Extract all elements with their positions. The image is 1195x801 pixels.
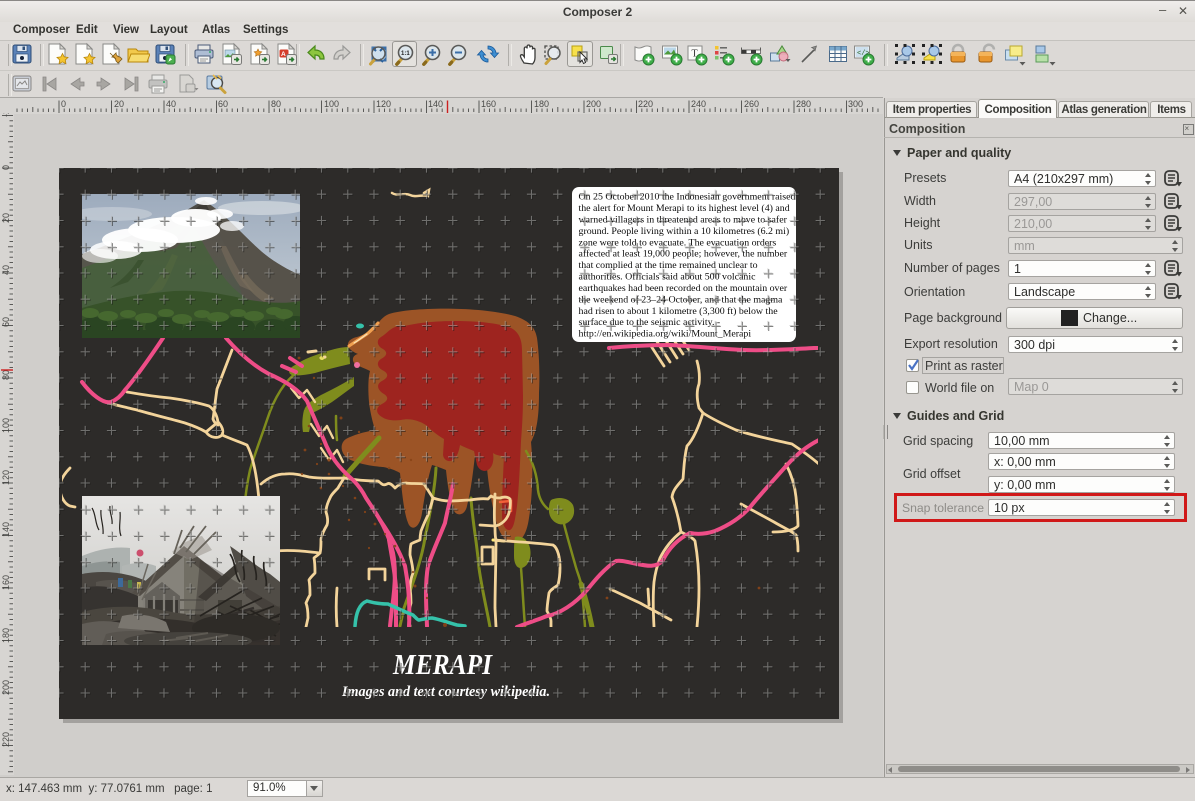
svg-text:0: 0: [61, 99, 66, 109]
svg-text:40: 40: [1, 265, 11, 275]
svg-text:MERAPI: MERAPI: [392, 650, 493, 681]
svg-text:http://en.wikipedia.org/wiki/M: http://en.wikipedia.org/wiki/Mount_Merap…: [579, 329, 752, 340]
svg-text:160: 160: [1, 575, 11, 590]
svg-text:1:1: 1:1: [401, 51, 410, 57]
svg-text:160: 160: [481, 99, 496, 109]
svg-text:180: 180: [534, 99, 549, 109]
svg-text:20: 20: [1, 213, 11, 223]
svg-text:had risen to about 1 kilometre: had risen to about 1 kilometre (3,300 ft…: [579, 306, 779, 317]
svg-text:ground. People living within a: ground. People living within a 10 kilome…: [579, 226, 790, 237]
svg-text:120: 120: [1, 470, 11, 485]
svg-text:that complied at the time rema: that complied at the time remained uncle…: [579, 260, 758, 271]
svg-text:200: 200: [1, 680, 11, 695]
svg-text:180: 180: [1, 628, 11, 643]
svg-text:60: 60: [218, 99, 228, 109]
svg-text:0: 0: [1, 165, 11, 170]
svg-text:140: 140: [1, 522, 11, 537]
svg-text:120: 120: [376, 99, 391, 109]
svg-text:A: A: [281, 51, 286, 58]
svg-text:100: 100: [1, 418, 11, 433]
svg-text:20: 20: [114, 99, 124, 109]
svg-text:Images and text courtesy wikip: Images and text courtesy wikipedia.: [341, 684, 550, 700]
svg-text:60: 60: [1, 317, 11, 327]
svg-text:220: 220: [1, 732, 11, 747]
svg-text:280: 280: [796, 99, 811, 109]
svg-text:240: 240: [691, 99, 706, 109]
svg-text:220: 220: [638, 99, 653, 109]
svg-text:-20: -20: [1, 113, 11, 117]
svg-text:140: 140: [428, 99, 443, 109]
svg-text:300: 300: [848, 99, 863, 109]
svg-text:earthquakes had been recorded: earthquakes had been recorded on the mou…: [579, 283, 788, 294]
svg-text:80: 80: [271, 99, 281, 109]
svg-text:100: 100: [324, 99, 339, 109]
svg-text:the alert for Mount Merapi to: the alert for Mount Merapi to its highes…: [579, 203, 790, 214]
svg-text:200: 200: [586, 99, 601, 109]
svg-text:80: 80: [1, 370, 11, 380]
svg-text:surface due to the seismic act: surface due to the seismic activity. -: [579, 317, 721, 328]
svg-text:40: 40: [166, 99, 176, 109]
svg-text:260: 260: [744, 99, 759, 109]
